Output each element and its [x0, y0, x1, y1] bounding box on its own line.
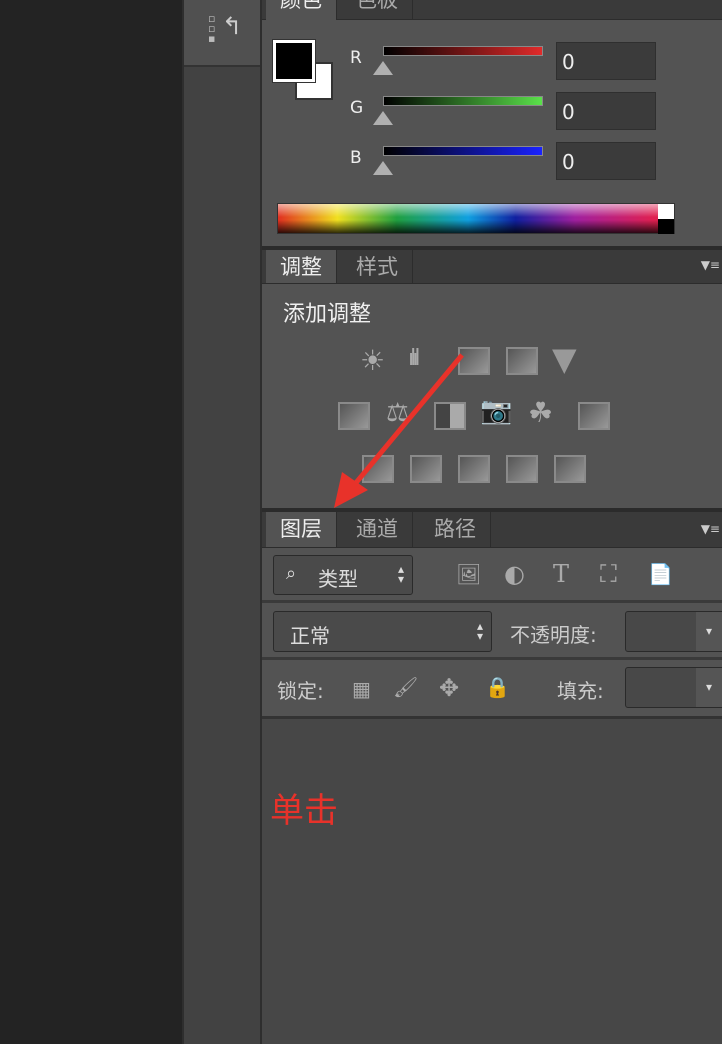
lock-transparency-icon[interactable]: ▦	[352, 677, 371, 701]
r-label: R	[350, 48, 362, 68]
lock-position-icon[interactable]: ✥	[439, 674, 459, 702]
color-panel-tabs: 颜色 色板	[262, 0, 722, 20]
selective-color-icon[interactable]	[554, 455, 586, 483]
r-slider-thumb[interactable]	[373, 61, 393, 75]
click-annotation: 单击	[270, 791, 338, 831]
tab-swatches[interactable]: 色板	[342, 0, 413, 20]
b-label: B	[350, 148, 362, 168]
tab-styles[interactable]: 样式	[342, 250, 413, 283]
tab-color[interactable]: 颜色	[266, 0, 337, 20]
lock-label: 锁定:	[277, 679, 324, 703]
blend-mode-value: 正常	[290, 624, 330, 648]
b-slider-thumb[interactable]	[373, 161, 393, 175]
color-spectrum-bar[interactable]	[277, 203, 675, 234]
smart-object-filter-icon[interactable]: 📄	[648, 562, 673, 586]
g-slider-thumb[interactable]	[373, 111, 393, 125]
undo-arrow-icon: ↰	[222, 12, 243, 40]
opacity-label: 不透明度:	[510, 623, 597, 647]
history-icon: ▫ ▫ ▪	[208, 12, 216, 45]
history-panel-button[interactable]: ▫ ▫ ▪ ↰	[184, 0, 260, 67]
opacity-dropdown-icon[interactable]: ▾	[696, 612, 722, 651]
lock-image-pixels-icon[interactable]: 🖌	[393, 675, 418, 699]
annotation-arrow	[334, 353, 464, 508]
opacity-input[interactable]: ▾	[625, 611, 722, 652]
updown-icon: ▴ ▾	[397, 562, 404, 586]
fill-dropdown-icon[interactable]: ▾	[696, 668, 722, 707]
g-value-input[interactable]: 0	[556, 92, 656, 130]
color-lookup-icon[interactable]	[578, 402, 610, 430]
b-value-input[interactable]: 0	[556, 142, 656, 180]
add-adjustment-title: 添加调整	[283, 302, 372, 327]
adjustment-layer-filter-icon[interactable]: ◐	[504, 560, 525, 588]
black-swatch[interactable]	[658, 219, 674, 234]
gradient-map-icon[interactable]	[506, 455, 538, 483]
photo-filter-icon[interactable]: 📷	[480, 396, 512, 426]
lock-all-icon[interactable]: 🔒	[485, 675, 510, 699]
layer-filter-select[interactable]: ⌕ 类型 ▴ ▾	[273, 555, 413, 595]
updown-icon: ▴ ▾	[476, 619, 483, 643]
channel-mixer-icon[interactable]: ☘	[528, 396, 553, 429]
g-label: G	[350, 98, 364, 118]
g-slider[interactable]	[383, 96, 543, 106]
foreground-color-swatch[interactable]	[272, 39, 316, 83]
type-layer-filter-icon[interactable]: T	[553, 560, 569, 588]
fill-input[interactable]: ▾	[625, 667, 722, 708]
exposure-icon[interactable]	[506, 347, 538, 375]
vibrance-icon[interactable]: ▼	[552, 340, 577, 378]
tab-adjustments[interactable]: 调整	[266, 250, 337, 283]
layers-list[interactable]	[262, 716, 722, 1044]
divider	[262, 600, 722, 603]
panel-dock-column	[182, 0, 262, 1044]
b-slider[interactable]	[383, 146, 543, 156]
white-swatch[interactable]	[658, 204, 674, 219]
r-value-input[interactable]: 0	[556, 42, 656, 80]
divider	[262, 657, 722, 660]
adjust-panel-tabs: 调整 样式 ▼≡	[262, 250, 722, 284]
fill-label: 填充:	[557, 679, 604, 703]
panel-menu-icon[interactable]: ▼≡	[701, 522, 720, 536]
search-icon: ⌕	[286, 563, 297, 584]
blend-mode-select[interactable]: 正常 ▴ ▾	[273, 611, 492, 652]
filter-type-label: 类型	[318, 567, 358, 591]
panel-menu-icon[interactable]: ▼≡	[701, 258, 720, 272]
shape-layer-filter-icon[interactable]: ⛶	[600, 560, 617, 588]
r-slider[interactable]	[383, 46, 543, 56]
pixel-layer-filter-icon[interactable]: 🖼	[456, 562, 481, 586]
